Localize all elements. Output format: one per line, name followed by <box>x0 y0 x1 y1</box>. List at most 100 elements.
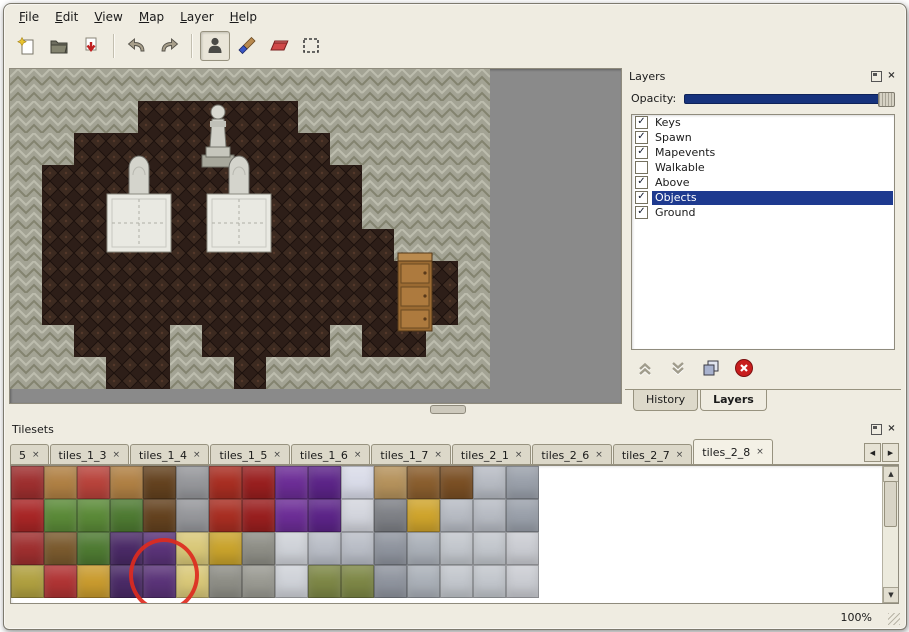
tileset-tile[interactable] <box>275 466 308 499</box>
tileset-tile[interactable] <box>407 532 440 565</box>
tileset-tile[interactable] <box>176 466 209 499</box>
tileset-tile[interactable] <box>11 499 44 532</box>
layer-visibility-checkbox[interactable]: ✓ <box>635 191 648 204</box>
brush-fill-tool-button[interactable] <box>232 31 262 61</box>
tileset-tile[interactable] <box>143 466 176 499</box>
tileset-tile[interactable] <box>77 466 110 499</box>
tileset-content[interactable]: ▲ ▼ <box>10 465 899 604</box>
tileset-tile[interactable] <box>374 499 407 532</box>
tileset-tile[interactable] <box>407 499 440 532</box>
tileset-tile[interactable] <box>11 532 44 565</box>
tileset-tile[interactable] <box>506 499 539 532</box>
tileset-tile[interactable] <box>506 466 539 499</box>
menu-view[interactable]: View <box>87 8 129 26</box>
tileset-tab-tiles_2_7[interactable]: tiles_2_7× <box>613 444 692 465</box>
new-file-button[interactable] <box>12 31 42 61</box>
tileset-tile[interactable] <box>506 532 539 565</box>
tileset-tab-tiles_2_1[interactable]: tiles_2_1× <box>452 444 531 465</box>
float-panel-icon[interactable] <box>871 424 882 435</box>
tileset-tab-tiles_1_3[interactable]: tiles_1_3× <box>50 444 129 465</box>
layer-visibility-checkbox[interactable]: ✓ <box>635 206 648 219</box>
tileset-tab-tiles_2_8[interactable]: tiles_2_8× <box>693 439 772 465</box>
scroll-up-icon[interactable]: ▲ <box>883 466 899 482</box>
float-panel-icon[interactable] <box>871 71 882 82</box>
tileset-tile[interactable] <box>341 565 374 598</box>
layer-row-spawn[interactable]: ✓Spawn <box>632 130 894 145</box>
tileset-tile[interactable] <box>242 565 275 598</box>
close-panel-icon[interactable]: × <box>886 71 897 82</box>
scrollbar-thumb[interactable] <box>884 481 897 527</box>
tileset-tile[interactable] <box>11 565 44 598</box>
layer-visibility-checkbox[interactable]: ✓ <box>635 176 648 189</box>
tileset-scrollbar[interactable]: ▲ ▼ <box>882 466 898 603</box>
open-button[interactable] <box>44 31 74 61</box>
tileset-tile[interactable] <box>275 499 308 532</box>
duplicate-layer-button[interactable] <box>699 356 723 380</box>
tileset-tile[interactable] <box>209 466 242 499</box>
layer-row-above[interactable]: ✓Above <box>632 175 894 190</box>
menu-map[interactable]: Map <box>132 8 171 26</box>
layer-row-mapevents[interactable]: ✓Mapevents <box>632 145 894 160</box>
tab-close-icon[interactable]: × <box>273 451 281 460</box>
tileset-tile[interactable] <box>209 532 242 565</box>
tileset-tile[interactable] <box>44 532 77 565</box>
save-button[interactable] <box>76 31 106 61</box>
canvas-scrollbar[interactable] <box>430 405 466 414</box>
tab-close-icon[interactable]: × <box>112 451 120 460</box>
layer-visibility-checkbox[interactable]: ✓ <box>635 131 648 144</box>
tab-close-icon[interactable]: × <box>756 448 764 457</box>
tileset-tile[interactable] <box>440 532 473 565</box>
layer-row-keys[interactable]: ✓Keys <box>632 115 894 130</box>
menu-layer[interactable]: Layer <box>173 8 220 26</box>
rect-select-tool-button[interactable] <box>296 31 326 61</box>
scroll-tabs-right-icon[interactable]: ▶ <box>882 443 899 462</box>
map-canvas[interactable] <box>9 68 622 404</box>
menu-edit[interactable]: Edit <box>48 8 85 26</box>
tileset-tile[interactable] <box>440 565 473 598</box>
player-stamp-tool-button[interactable] <box>200 31 230 61</box>
tileset-tile[interactable] <box>374 466 407 499</box>
tileset-tile[interactable] <box>176 499 209 532</box>
tab-close-icon[interactable]: × <box>354 451 362 460</box>
layer-visibility-checkbox[interactable]: ✓ <box>635 146 648 159</box>
tileset-tile[interactable] <box>473 532 506 565</box>
tileset-tile[interactable] <box>374 532 407 565</box>
opacity-slider[interactable] <box>684 92 895 105</box>
tileset-tile[interactable] <box>77 565 110 598</box>
tileset-tile[interactable] <box>242 466 275 499</box>
layer-visibility-checkbox[interactable] <box>635 161 648 174</box>
tileset-tile[interactable] <box>110 466 143 499</box>
menu-file[interactable]: File <box>12 8 46 26</box>
opacity-slider-handle[interactable] <box>878 92 895 107</box>
tileset-tile[interactable] <box>308 466 341 499</box>
resize-grip[interactable] <box>888 613 900 625</box>
tileset-tile[interactable] <box>77 499 110 532</box>
tileset-tile[interactable] <box>473 466 506 499</box>
tab-close-icon[interactable]: × <box>193 451 201 460</box>
panel-tab-layers[interactable]: Layers <box>700 390 767 411</box>
tileset-tile[interactable] <box>473 499 506 532</box>
tileset-tile[interactable] <box>275 532 308 565</box>
tileset-tile[interactable] <box>11 466 44 499</box>
tileset-tile[interactable] <box>242 499 275 532</box>
tileset-tab-tiles_1_7[interactable]: tiles_1_7× <box>371 444 450 465</box>
tileset-tab-tiles_2_6[interactable]: tiles_2_6× <box>532 444 611 465</box>
redo-button[interactable] <box>154 31 184 61</box>
tab-close-icon[interactable]: × <box>32 451 40 460</box>
layer-row-walkable[interactable]: Walkable <box>632 160 894 175</box>
tileset-tile[interactable] <box>506 565 539 598</box>
tileset-tab-tiles_1_4[interactable]: tiles_1_4× <box>130 444 209 465</box>
tileset-tile[interactable] <box>374 565 407 598</box>
tileset-tile[interactable] <box>143 499 176 532</box>
tileset-tile[interactable] <box>341 466 374 499</box>
tileset-tile[interactable] <box>440 499 473 532</box>
tileset-tile[interactable] <box>209 499 242 532</box>
tileset-tile[interactable] <box>44 499 77 532</box>
raise-layer-button[interactable] <box>633 356 657 380</box>
tileset-tile[interactable] <box>77 532 110 565</box>
scroll-tabs-left-icon[interactable]: ◀ <box>864 443 881 462</box>
tileset-tile[interactable] <box>308 565 341 598</box>
delete-layer-button[interactable] <box>732 356 756 380</box>
tileset-tile[interactable] <box>473 565 506 598</box>
lower-layer-button[interactable] <box>666 356 690 380</box>
